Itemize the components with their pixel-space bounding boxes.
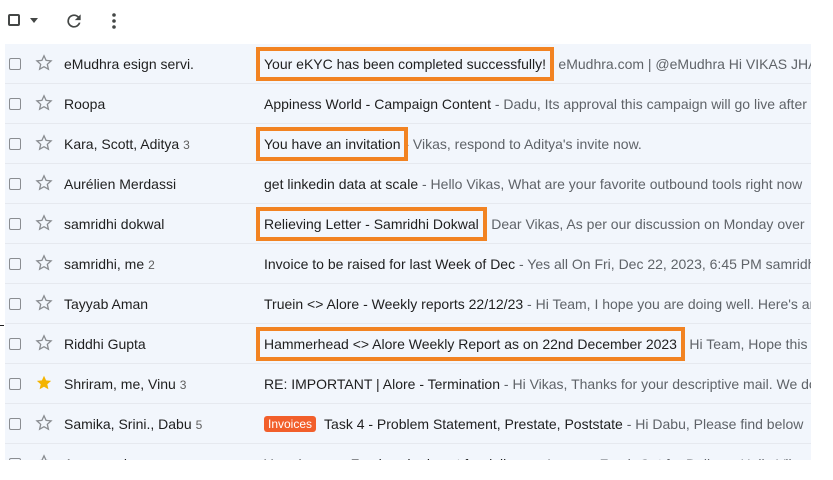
toolbar <box>0 0 833 44</box>
row-checkbox[interactable] <box>9 218 21 230</box>
email-line: Invoices Task 4 - Problem Statement, Pres… <box>264 416 811 433</box>
row-checkbox[interactable] <box>9 178 21 190</box>
row-checkbox[interactable] <box>9 338 21 350</box>
email-row[interactable]: Riddhi Gupta Hammerhead <> Alore Weekly R… <box>5 324 811 364</box>
email-row[interactable]: eMudhra esign servi. Your eKYC has been c… <box>5 44 811 84</box>
row-checkbox[interactable] <box>9 98 21 110</box>
email-row[interactable]: Samika, Srini., Dabu 5 Invoices Task 4 - Pr… <box>5 404 811 444</box>
sender-name: Kara, Scott, Aditya 3 <box>64 136 190 152</box>
sender-name: Samika, Srini., Dabu 5 <box>64 416 203 432</box>
sender-name: samridhi, me 2 <box>64 256 155 272</box>
email-subject: RE: IMPORTANT | Alore - Termination <box>264 376 501 392</box>
email-subject: Relieving Letter - Samridhi Dokwal <box>264 216 479 232</box>
email-line: Truein <> Alore - Weekly reports 22/12/2… <box>264 296 811 312</box>
sender-name: eMudhra esign servi. <box>64 56 194 72</box>
email-snippet: - Dadu, Its approval this campaign will … <box>490 96 807 112</box>
row-checkbox[interactable] <box>9 378 21 390</box>
sender-name: Roopa <box>64 96 106 112</box>
star-icon[interactable] <box>35 294 53 312</box>
row-checkbox[interactable] <box>9 138 21 150</box>
email-subject: Hammerhead <> Alore Weekly Report as on … <box>264 336 677 352</box>
email-row[interactable]: Roopa Appiness World - Campaign Content -… <box>5 84 811 124</box>
email-subject: get linkedin data at scale <box>264 176 419 192</box>
email-snippet: - Hello Vikas, What are your favorite ou… <box>418 176 803 192</box>
email-row[interactable]: Aurélien Merdassi get linkedin data at sc… <box>5 164 811 204</box>
star-icon[interactable] <box>35 94 53 112</box>
sender-name: Riddhi Gupta <box>64 336 146 352</box>
email-line: Relieving Letter - Samridhi Dokwal - Dea… <box>264 216 811 232</box>
thread-count: 3 <box>179 378 187 392</box>
thread-count: 3 <box>183 138 190 152</box>
email-snippet: - Vikas, respond to Aditya's invite now. <box>400 136 642 152</box>
email-list: eMudhra esign servi. Your eKYC has been c… <box>5 44 811 460</box>
email-row[interactable]: Anuprasni Your Amazon Fresh order is out … <box>5 444 811 460</box>
email-row[interactable]: Shriram, me, Vinu 3 RE: IMPORTANT | Alore … <box>5 364 811 404</box>
select-menu-caret-icon[interactable] <box>30 18 38 23</box>
email-line: Appiness World - Campaign Content - Dadu… <box>264 96 811 112</box>
email-snippet: - Yes all On Fri, Dec 22, 2023, 6:45 PM … <box>515 256 811 272</box>
email-snippet: - Hi Team, Hope this <box>676 336 808 352</box>
email-subject: Task 4 - Problem Statement, Prestate, Po… <box>324 416 623 432</box>
sender-name: Shriram, me, Vinu 3 <box>64 376 187 392</box>
sender-name: Anuprasni <box>64 456 127 460</box>
email-snippet: - Hi Team, I hope you are doing well. He… <box>523 296 811 312</box>
email-row[interactable]: Tayyab Aman Truein <> Alore - Weekly repo… <box>5 284 811 324</box>
label-badge[interactable]: Invoices <box>264 416 317 432</box>
email-line: Hammerhead <> Alore Weekly Report as on … <box>264 336 811 352</box>
more-vert-icon[interactable] <box>106 11 122 31</box>
row-checkbox[interactable] <box>9 58 21 70</box>
edge-mark <box>0 325 4 326</box>
email-subject: Your eKYC has been completed successfull… <box>264 56 546 72</box>
thread-count: 2 <box>148 258 155 272</box>
thread-count: 5 <box>195 418 203 432</box>
row-checkbox[interactable] <box>9 258 21 270</box>
star-icon[interactable] <box>35 134 53 152</box>
sender-name: Tayyab Aman <box>64 296 149 312</box>
email-line: You have an invitation - Vikas, respond … <box>264 136 811 152</box>
row-checkbox[interactable] <box>9 458 21 460</box>
star-icon[interactable] <box>35 414 53 432</box>
email-subject: Truein <> Alore - Weekly reports 22/12/2… <box>264 296 524 312</box>
email-snippet: - Hi Vikas, Thanks for your descriptive … <box>500 376 811 392</box>
email-row[interactable]: Kara, Scott, Aditya 3 You have an invitati… <box>5 124 811 164</box>
email-line: Your Amazon Fresh order is out for deliv… <box>264 456 811 460</box>
sender-name: samridhi dokwal <box>64 216 165 232</box>
email-line: Your eKYC has been completed successfull… <box>264 56 811 72</box>
email-subject: Invoice to be raised for last Week of De… <box>264 256 516 272</box>
row-checkbox[interactable] <box>9 418 21 430</box>
email-subject: Your Amazon Fresh order is out for deliv… <box>264 456 533 460</box>
star-icon[interactable] <box>35 254 53 272</box>
star-icon[interactable] <box>35 334 53 352</box>
email-line: RE: IMPORTANT | Alore - Termination - Hi… <box>264 376 811 392</box>
row-checkbox[interactable] <box>9 298 21 310</box>
email-snippet: - eMudhra.com | @eMudhra Hi VIKAS JHA <box>545 56 811 72</box>
select-all-checkbox[interactable] <box>8 14 20 26</box>
email-snippet: - Dear Vikas, As per our discussion on M… <box>478 216 805 232</box>
star-icon[interactable] <box>35 174 53 192</box>
email-subject: Appiness World - Campaign Content <box>264 96 491 112</box>
sender-name: Aurélien Merdassi <box>64 176 177 192</box>
email-snippet: - Amazon Fresh Out for Delivery Hello Vi… <box>533 456 811 460</box>
email-line: Invoice to be raised for last Week of De… <box>264 256 811 272</box>
email-snippet: - Hi Dabu, Please find below <box>622 416 804 432</box>
email-row[interactable]: samridhi dokwal Relieving Letter - Samrid… <box>5 204 811 244</box>
email-row[interactable]: samridhi, me 2 Invoice to be raised for la… <box>5 244 811 284</box>
star-icon[interactable] <box>35 214 53 232</box>
refresh-icon[interactable] <box>64 11 84 31</box>
star-icon[interactable] <box>35 454 53 460</box>
star-icon[interactable] <box>35 54 53 72</box>
email-line: get linkedin data at scale - Hello Vikas… <box>264 176 811 192</box>
email-subject: You have an invitation <box>264 136 401 152</box>
star-filled-icon[interactable] <box>35 374 53 392</box>
